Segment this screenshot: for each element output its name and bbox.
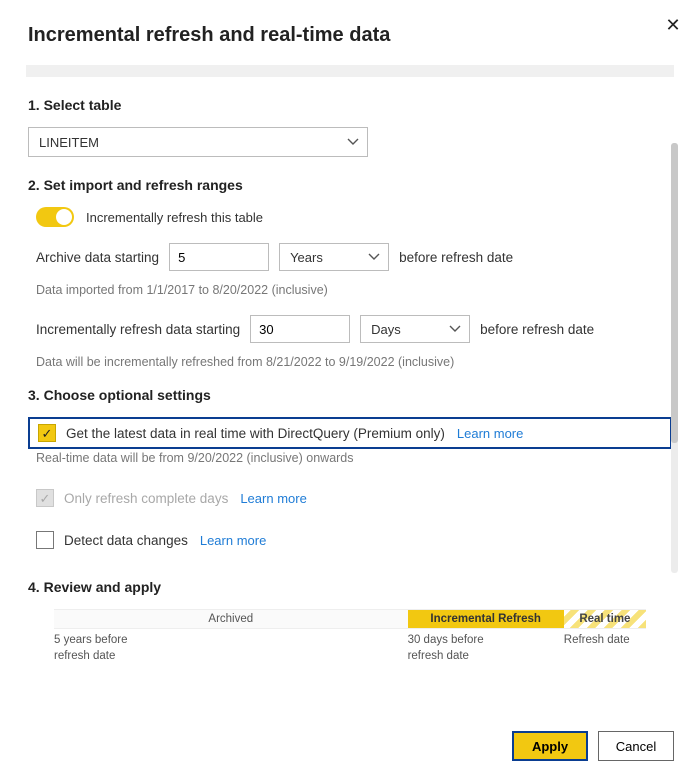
option-detect-changes-learn-more-link[interactable]: Learn more [200, 533, 266, 548]
section-3-title: 3. Choose optional settings [28, 387, 672, 403]
chevron-down-icon [449, 325, 461, 333]
archive-unit-select[interactable]: Years [279, 243, 389, 271]
archive-hint: Data imported from 1/1/2017 to 8/20/2022… [28, 283, 672, 297]
incremental-hint: Data will be incrementally refreshed fro… [28, 355, 672, 369]
dialog-actions: Apply Cancel [512, 731, 674, 761]
section-4-title: 4. Review and apply [28, 579, 672, 595]
chevron-down-icon [368, 253, 380, 261]
cancel-button[interactable]: Cancel [598, 731, 674, 761]
incremental-refresh-dialog: ✕ Incremental refresh and real-time data… [0, 0, 700, 777]
incremental-suffix-label: before refresh date [480, 322, 594, 337]
option-detect-changes-checkbox[interactable] [36, 531, 54, 549]
chevron-down-icon [347, 138, 359, 146]
option-detect-changes-row: Detect data changes Learn more [28, 525, 672, 555]
option-complete-days-learn-more-link[interactable]: Learn more [240, 491, 306, 506]
apply-button[interactable]: Apply [512, 731, 588, 761]
progress-bar [26, 65, 674, 77]
option-complete-days-label: Only refresh complete days [64, 491, 228, 506]
table-select[interactable]: LINEITEM [28, 127, 368, 157]
option-complete-days-checkbox: ✓ [36, 489, 54, 507]
check-icon: ✓ [42, 427, 53, 440]
incremental-prefix-label: Incrementally refresh data starting [36, 322, 240, 337]
incremental-refresh-toggle[interactable] [36, 207, 74, 227]
close-icon: ✕ [665, 15, 680, 35]
scrollbar[interactable] [671, 143, 678, 573]
option-detect-changes-label: Detect data changes [64, 533, 188, 548]
timeline-segment-incremental: Incremental Refresh [408, 609, 564, 629]
option-realtime-learn-more-link[interactable]: Learn more [457, 426, 523, 441]
option-complete-days-row: ✓ Only refresh complete days Learn more [28, 483, 672, 513]
timeline: Archived Incremental Refresh Real time 5… [28, 609, 672, 664]
option-realtime-label: Get the latest data in real time with Di… [66, 426, 445, 441]
close-button[interactable]: ✕ [662, 14, 684, 36]
option-realtime-row: ✓ Get the latest data in real time with … [28, 417, 672, 449]
archive-value-input[interactable] [169, 243, 269, 271]
archive-prefix-label: Archive data starting [36, 250, 159, 265]
archive-row: Archive data starting Years before refre… [28, 243, 672, 271]
section-1-title: 1. Select table [28, 97, 672, 113]
timeline-label-incremental: 30 days before refresh date [408, 633, 564, 664]
archive-suffix-label: before refresh date [399, 250, 513, 265]
timeline-label-refresh: Refresh date [564, 633, 646, 664]
incremental-value-input[interactable] [250, 315, 350, 343]
option-realtime-checkbox[interactable]: ✓ [38, 424, 56, 442]
scroll-area: 1. Select table LINEITEM 2. Set import a… [28, 97, 672, 664]
incremental-unit-select[interactable]: Days [360, 315, 470, 343]
timeline-label-archived: 5 years before refresh date [54, 633, 408, 664]
section-2-title: 2. Set import and refresh ranges [28, 177, 672, 193]
timeline-segment-archived: Archived [54, 609, 408, 629]
realtime-hint: Real-time data will be from 9/20/2022 (i… [28, 451, 672, 465]
timeline-segment-realtime: Real time [564, 609, 646, 629]
incremental-row: Incrementally refresh data starting Days… [28, 315, 672, 343]
dialog-title: Incremental refresh and real-time data [28, 24, 672, 47]
incremental-refresh-toggle-label: Incrementally refresh this table [86, 210, 263, 225]
check-icon: ✓ [40, 492, 51, 505]
table-select-value: LINEITEM [39, 135, 99, 150]
scrollbar-thumb[interactable] [671, 143, 678, 443]
